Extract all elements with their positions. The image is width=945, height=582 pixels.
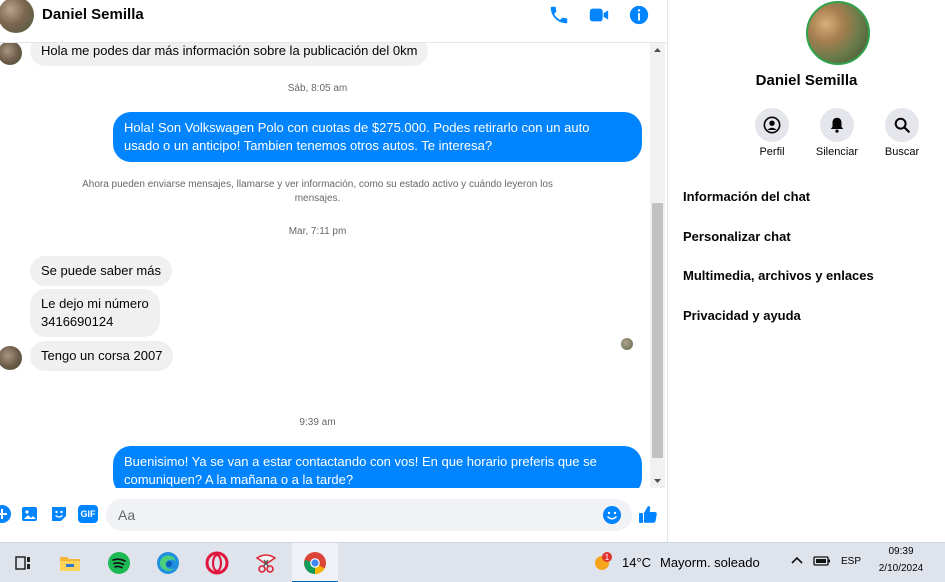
sticker-icon[interactable] xyxy=(49,504,69,524)
search-label: Buscar xyxy=(884,146,920,158)
chrome-button[interactable] xyxy=(292,543,338,582)
message-input[interactable] xyxy=(106,499,632,531)
incoming-message[interactable]: Le dejo mi número 3416690124 xyxy=(30,289,160,337)
opera-icon xyxy=(205,551,229,575)
menu-privacy-help[interactable]: Privacidad y ayuda xyxy=(683,308,801,323)
menu-media-files-links[interactable]: Multimedia, archivos y enlaces xyxy=(683,268,874,283)
profile-label: Perfil xyxy=(759,146,785,158)
outgoing-message[interactable]: Hola! Son Volkswagen Polo con cuotas de … xyxy=(113,112,642,162)
bell-icon xyxy=(830,117,844,133)
spotify-icon xyxy=(108,552,130,574)
weather-sun-icon[interactable]: 1 xyxy=(592,551,614,573)
clock-time[interactable]: 09:39 xyxy=(872,546,930,557)
mute-button[interactable]: Silenciar xyxy=(805,108,869,158)
menu-customize-chat[interactable]: Personalizar chat xyxy=(683,229,791,244)
video-icon[interactable] xyxy=(588,4,610,26)
snipping-tool-button[interactable] xyxy=(243,543,289,582)
profile-name: Daniel Semilla xyxy=(755,72,858,89)
phone-icon[interactable] xyxy=(548,4,570,26)
search-icon xyxy=(894,117,910,133)
add-icon[interactable] xyxy=(0,504,12,524)
profile-button[interactable]: Perfil xyxy=(740,108,804,158)
timestamp: Mar, 7:11 pm xyxy=(288,226,347,237)
spotify-button[interactable] xyxy=(96,543,142,582)
scroll-down-icon[interactable] xyxy=(650,473,665,488)
profile-avatar[interactable] xyxy=(806,1,870,65)
weather-description[interactable]: Mayorm. soleado xyxy=(660,555,760,570)
message-composer: GIF xyxy=(0,490,667,540)
battery-icon[interactable] xyxy=(813,555,831,567)
incoming-message[interactable]: Se puede saber más xyxy=(30,256,172,286)
system-notice: Ahora pueden enviarse mensajes, llamarse… xyxy=(82,179,553,204)
incoming-message[interactable]: Tengo un corsa 2007 xyxy=(30,341,174,371)
message-list[interactable]: Hola me podes dar más información sobre … xyxy=(0,43,650,488)
contact-avatar-small[interactable] xyxy=(0,43,22,65)
search-button[interactable]: Buscar xyxy=(870,108,934,158)
opera-button[interactable] xyxy=(194,543,240,582)
task-view-button[interactable] xyxy=(0,543,46,582)
edge-button[interactable] xyxy=(145,543,191,582)
input-language[interactable]: ESP xyxy=(841,556,861,567)
weather-temperature[interactable]: 14°C xyxy=(622,555,651,570)
scroll-thumb[interactable] xyxy=(652,203,663,458)
file-explorer-icon xyxy=(60,557,80,571)
info-icon[interactable] xyxy=(628,4,650,26)
emoji-icon[interactable] xyxy=(602,505,622,525)
profile-icon xyxy=(763,116,781,134)
contact-avatar[interactable] xyxy=(0,0,34,33)
clock-date[interactable]: 2/10/2024 xyxy=(872,563,930,574)
image-icon[interactable] xyxy=(20,504,40,524)
gif-icon[interactable]: GIF xyxy=(78,505,98,523)
seen-indicator-avatar xyxy=(621,338,633,350)
like-icon[interactable] xyxy=(638,504,658,524)
scroll-up-icon[interactable] xyxy=(650,43,665,58)
contact-avatar-small[interactable] xyxy=(0,346,22,370)
weather-badge: 1 xyxy=(605,553,610,562)
snipping-tool-icon xyxy=(255,554,277,573)
task-view-icon xyxy=(15,556,30,570)
chevron-up-icon[interactable] xyxy=(790,554,804,568)
menu-chat-info[interactable]: Información del chat xyxy=(683,189,810,204)
incoming-message[interactable]: Hola me podes dar más información sobre … xyxy=(30,43,429,66)
chat-scrollbar[interactable] xyxy=(650,43,665,488)
chrome-icon xyxy=(304,552,326,574)
timestamp: Sáb, 8:05 am xyxy=(287,83,348,94)
timestamp: 9:39 am xyxy=(299,417,336,428)
edge-icon xyxy=(157,552,179,574)
mute-label: Silenciar xyxy=(815,146,859,158)
chat-header: Daniel Semilla xyxy=(0,0,667,33)
contact-name[interactable]: Daniel Semilla xyxy=(42,6,144,23)
file-explorer-button[interactable] xyxy=(47,543,93,582)
outgoing-message[interactable]: Buenisimo! Ya se van a estar contactando… xyxy=(113,446,642,488)
